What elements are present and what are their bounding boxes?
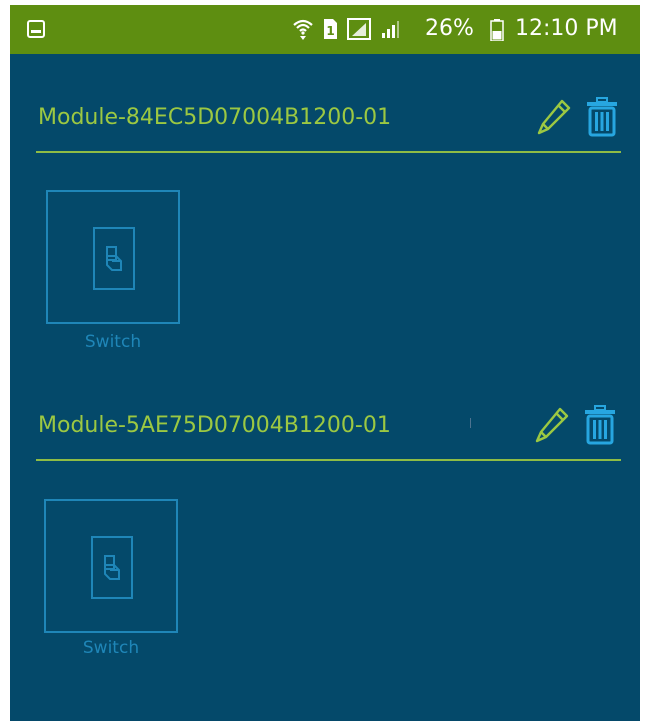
delete-button[interactable] [582, 97, 622, 141]
sim-icon: 1 [323, 18, 338, 40]
module-header: Module-5AE75D07004B1200-01 [36, 405, 621, 467]
signal-icon [347, 18, 371, 40]
status-bar: 1 26% 12:10 PM [10, 5, 640, 54]
app-screen: 1 26% 12:10 PM Module-84EC5D07004B1200-0… [10, 5, 640, 721]
clock: 12:10 PM [515, 16, 618, 41]
pencil-icon [536, 98, 572, 140]
divider [36, 151, 621, 153]
delete-button[interactable] [580, 405, 620, 449]
device-tile-switch[interactable] [46, 190, 180, 324]
device-label: Switch [82, 638, 140, 658]
device-tile-switch[interactable] [44, 499, 178, 633]
battery-icon [490, 19, 504, 45]
divider [36, 459, 621, 461]
status-icons: 1 [292, 16, 400, 42]
edit-button[interactable] [532, 405, 572, 449]
module-name: Module-84EC5D07004B1200-01 [38, 105, 392, 130]
svg-text:1: 1 [326, 24, 334, 38]
module-header: Module-84EC5D07004B1200-01 [36, 97, 621, 159]
module-name: Module-5AE75D07004B1200-01 [38, 413, 391, 438]
trash-icon [584, 405, 616, 449]
pencil-icon [534, 406, 570, 448]
edit-button[interactable] [534, 97, 574, 141]
screen-capture-icon [27, 20, 45, 38]
wifi-icon [292, 17, 314, 41]
device-label: Switch [84, 332, 142, 352]
trash-icon [586, 97, 618, 141]
signal-icon [380, 19, 400, 39]
battery-percentage: 26% [425, 16, 474, 41]
light-switch-icon [93, 227, 135, 290]
text-cursor [470, 418, 471, 428]
light-switch-icon [91, 536, 133, 599]
